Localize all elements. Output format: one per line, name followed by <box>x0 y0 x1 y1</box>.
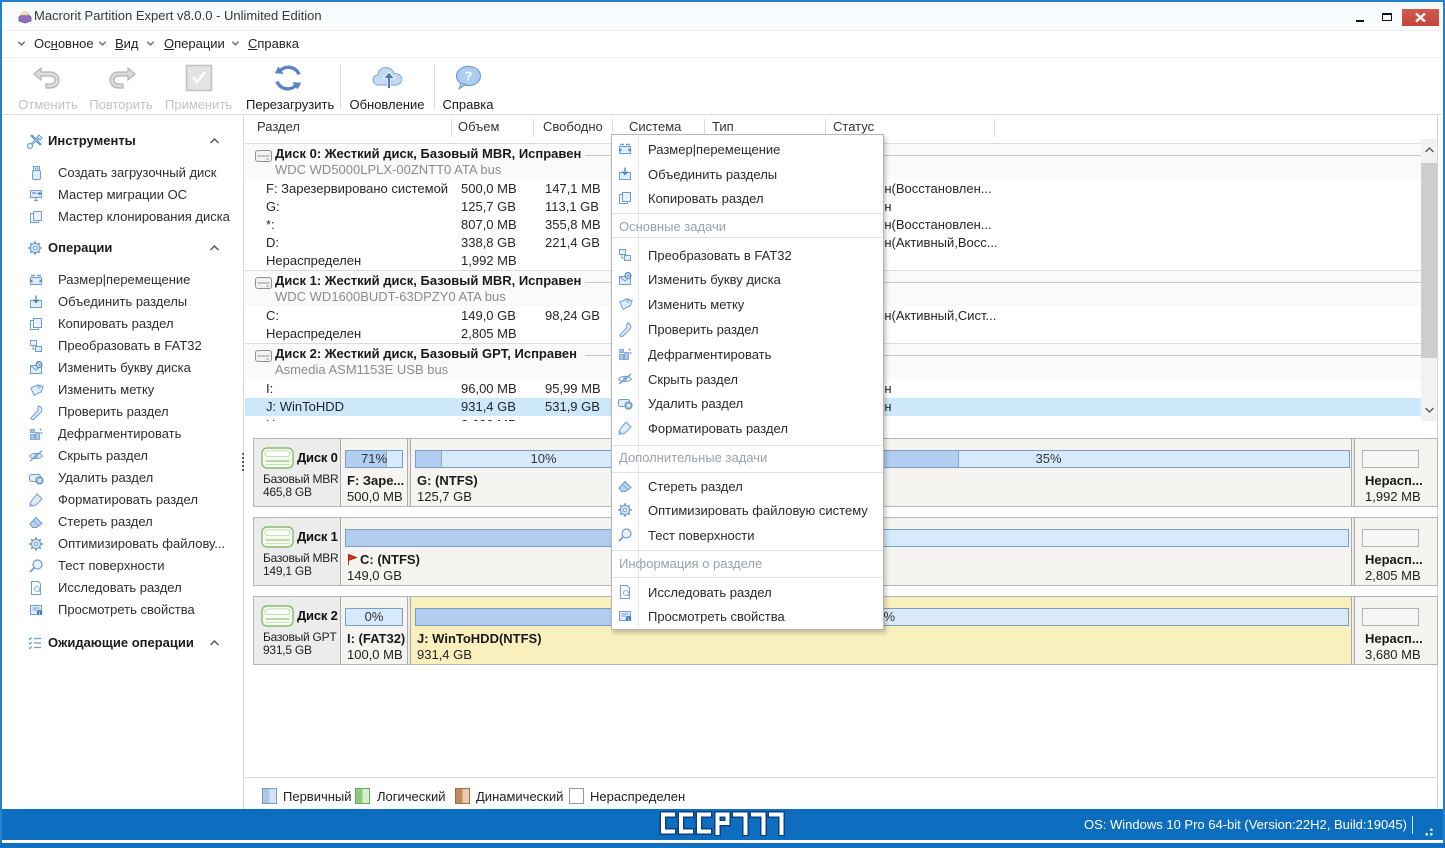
svg-text:?: ? <box>465 69 473 84</box>
